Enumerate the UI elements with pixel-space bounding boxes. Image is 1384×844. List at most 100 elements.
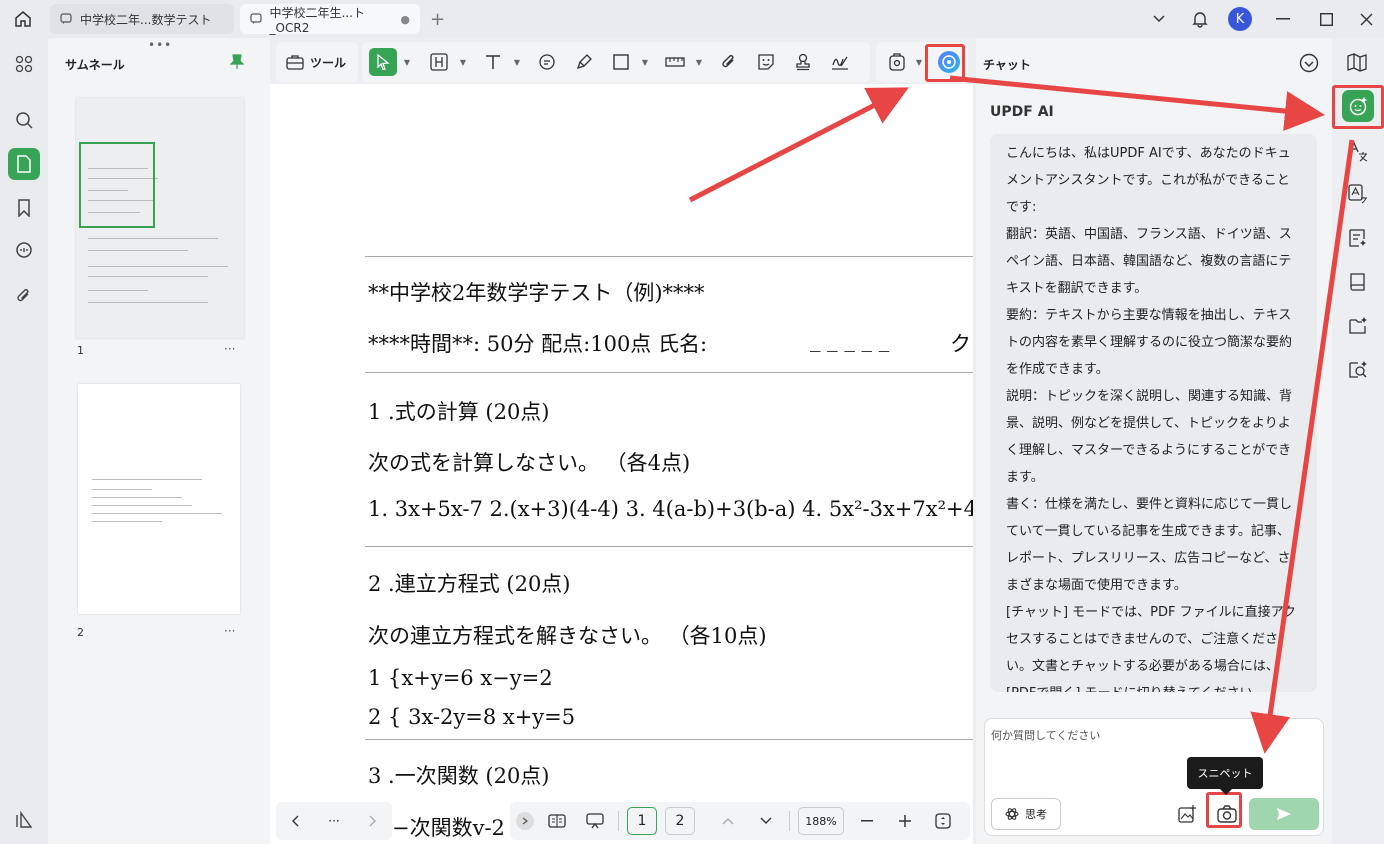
select-tool[interactable] — [368, 47, 398, 77]
right-rail — [1332, 38, 1384, 844]
more-options-icon[interactable]: ··· — [224, 624, 235, 638]
comment-bubble-icon[interactable] — [532, 47, 562, 77]
signature-icon[interactable] — [825, 47, 855, 77]
chevron-down-icon[interactable]: ▼ — [509, 47, 523, 77]
stamp-icon[interactable] — [788, 47, 818, 77]
map-icon[interactable] — [1344, 48, 1372, 76]
thumbnail-title: サムネール — [65, 58, 125, 72]
doc-heading: 3 .一次関数 (20点) — [368, 764, 550, 788]
avatar[interactable]: K — [1228, 7, 1252, 31]
zoom-level[interactable]: 188% — [798, 807, 844, 835]
question-input[interactable]: 何か質問してください 思考 — [984, 718, 1324, 836]
rectangle-icon[interactable] — [606, 47, 636, 77]
summarize-icon[interactable] — [1344, 224, 1372, 252]
tab-math-test[interactable]: 中学校二年...数学テスト — [50, 4, 234, 34]
page-icon[interactable] — [8, 148, 40, 180]
new-tab-button[interactable]: + — [430, 9, 445, 30]
book-icon[interactable] — [1344, 268, 1372, 296]
chevron-down-icon[interactable]: ▼ — [399, 47, 413, 77]
highlight-icon[interactable] — [424, 47, 454, 77]
message-paragraph: こんにちは、私はUPDF AIです、あなたのドキュメントアシスタントです。これが… — [1006, 146, 1291, 215]
doc-line: 次の式を計算しなさい。 （各4点) — [368, 451, 691, 475]
more-pages-button[interactable]: ··· — [328, 814, 339, 828]
minimize-icon[interactable] — [1272, 8, 1294, 30]
chevron-down-icon[interactable] — [1148, 8, 1170, 30]
save-icon[interactable] — [882, 47, 912, 77]
presentation-icon[interactable] — [580, 806, 610, 836]
tab-label: 中学校二年...数学テスト — [80, 12, 212, 27]
home-icon[interactable] — [10, 7, 36, 31]
document-page: **中学校2年数学字テスト（例)**** ****時間**: 50分 配点:10… — [270, 84, 973, 844]
input-placeholder: 何か質問してください — [991, 729, 1101, 742]
doc-line: 1 {x+y=6 x−y=2 — [368, 666, 553, 690]
collapse-icon[interactable] — [516, 812, 534, 830]
ai-folder-icon[interactable] — [1344, 312, 1372, 340]
tools-label: ツール — [310, 55, 347, 70]
viewport-indicator — [79, 142, 155, 228]
chevron-down-icon[interactable]: ▼ — [455, 47, 469, 77]
sidebar-toggle-icon[interactable] — [8, 804, 40, 836]
tools-button[interactable]: ツール — [276, 54, 356, 71]
doc-line: 1. 3x+5x-7 2.(x+3)(4-4) 3. 4(a-b)+3(b-a)… — [368, 497, 973, 521]
page-number: 1 — [77, 344, 84, 357]
pin-icon[interactable] — [230, 54, 244, 70]
view-controls: 1 2 188% — [510, 802, 970, 840]
pen-icon[interactable] — [569, 47, 599, 77]
zoom-in-icon[interactable] — [890, 806, 920, 836]
apps-grid-icon[interactable] — [8, 48, 40, 80]
page-2-button[interactable]: 2 — [665, 807, 695, 835]
chevron-right-icon[interactable] — [369, 815, 377, 827]
image-upload-icon[interactable] — [1173, 800, 1201, 828]
chevron-down-icon[interactable]: ▼ — [912, 47, 924, 77]
maximize-icon[interactable] — [1315, 8, 1337, 30]
doc-line: ク — [950, 332, 971, 356]
zoom-out-icon[interactable] — [852, 806, 882, 836]
fit-page-icon[interactable] — [928, 806, 958, 836]
comment-icon — [60, 12, 74, 26]
doc-line: 2 { 3x-2y=8 x+y=5 — [368, 705, 576, 729]
doc-line: −次関数v-2 — [392, 816, 505, 840]
paperclip-icon[interactable] — [714, 47, 744, 77]
translate-document-icon[interactable] — [1344, 180, 1372, 208]
think-button[interactable]: 思考 — [991, 798, 1061, 830]
page-thumbnail-2[interactable] — [78, 384, 240, 614]
send-button[interactable] — [1249, 798, 1319, 830]
comment-icon[interactable] — [8, 235, 40, 267]
chevron-down-icon[interactable]: ▼ — [637, 47, 651, 77]
tools-group: ツール — [276, 42, 358, 82]
message-paragraph: [チャット] モードでは、PDF ファイルに直接アクセスすることはできませんので… — [1006, 605, 1296, 692]
highlight-frame — [925, 44, 965, 82]
doc-heading: 2 .連立方程式 (20点) — [368, 572, 571, 596]
chat-panel: チャット UPDF AI こんにちは、私はUPDF AIです、あなたのドキュメン… — [976, 38, 1332, 844]
tab-math-test-ocr2[interactable]: 中学校二年生...ト_OCR2 ● — [240, 4, 420, 35]
translate-icon[interactable] — [1344, 138, 1372, 166]
chevron-up-icon[interactable] — [713, 806, 743, 836]
close-icon[interactable] — [1355, 8, 1377, 30]
current-page-input[interactable]: 1 — [627, 807, 657, 835]
snippet-tooltip: スニペット — [1187, 757, 1263, 795]
search-icon[interactable] — [8, 104, 40, 136]
more-options-icon[interactable]: ··· — [224, 342, 235, 356]
measure-icon[interactable] — [660, 47, 690, 77]
resize-handle[interactable]: ••• — [148, 38, 172, 52]
doc-line: 次の連立方程式を解きなさい。 （各10点) — [368, 624, 767, 648]
message-paragraph: 翻訳：英語、中国語、フランス語、ドイツ語、スペイン語、日本語、韓国語など、複数の… — [1006, 227, 1292, 296]
history-icon[interactable] — [1298, 52, 1320, 74]
attachment-icon[interactable] — [8, 280, 40, 312]
thumbnail-panel: ••• サムネール 1 ··· 2 ··· — [48, 38, 270, 844]
bookmark-icon[interactable] — [8, 192, 40, 224]
ai-search-icon[interactable] — [1344, 356, 1372, 384]
chevron-down-icon[interactable]: ▼ — [691, 47, 705, 77]
chevron-down-icon[interactable] — [751, 806, 781, 836]
text-icon[interactable] — [478, 47, 508, 77]
tab-close-dot[interactable]: ● — [400, 13, 410, 26]
chevron-left-icon[interactable] — [291, 815, 299, 827]
bell-icon[interactable] — [1189, 8, 1211, 30]
doc-line: ****時間**: 50分 配点:100点 氏名: — [368, 332, 708, 356]
book-view-icon[interactable] — [542, 806, 572, 836]
chat-title: チャット — [983, 58, 1031, 72]
sticker-icon[interactable] — [751, 47, 781, 77]
highlight-frame — [1332, 85, 1384, 129]
doc-title: **中学校2年数学字テスト（例)**** — [368, 281, 705, 305]
ai-message: こんにちは、私はUPDF AIです、あなたのドキュメントアシスタントです。これが… — [990, 134, 1317, 692]
